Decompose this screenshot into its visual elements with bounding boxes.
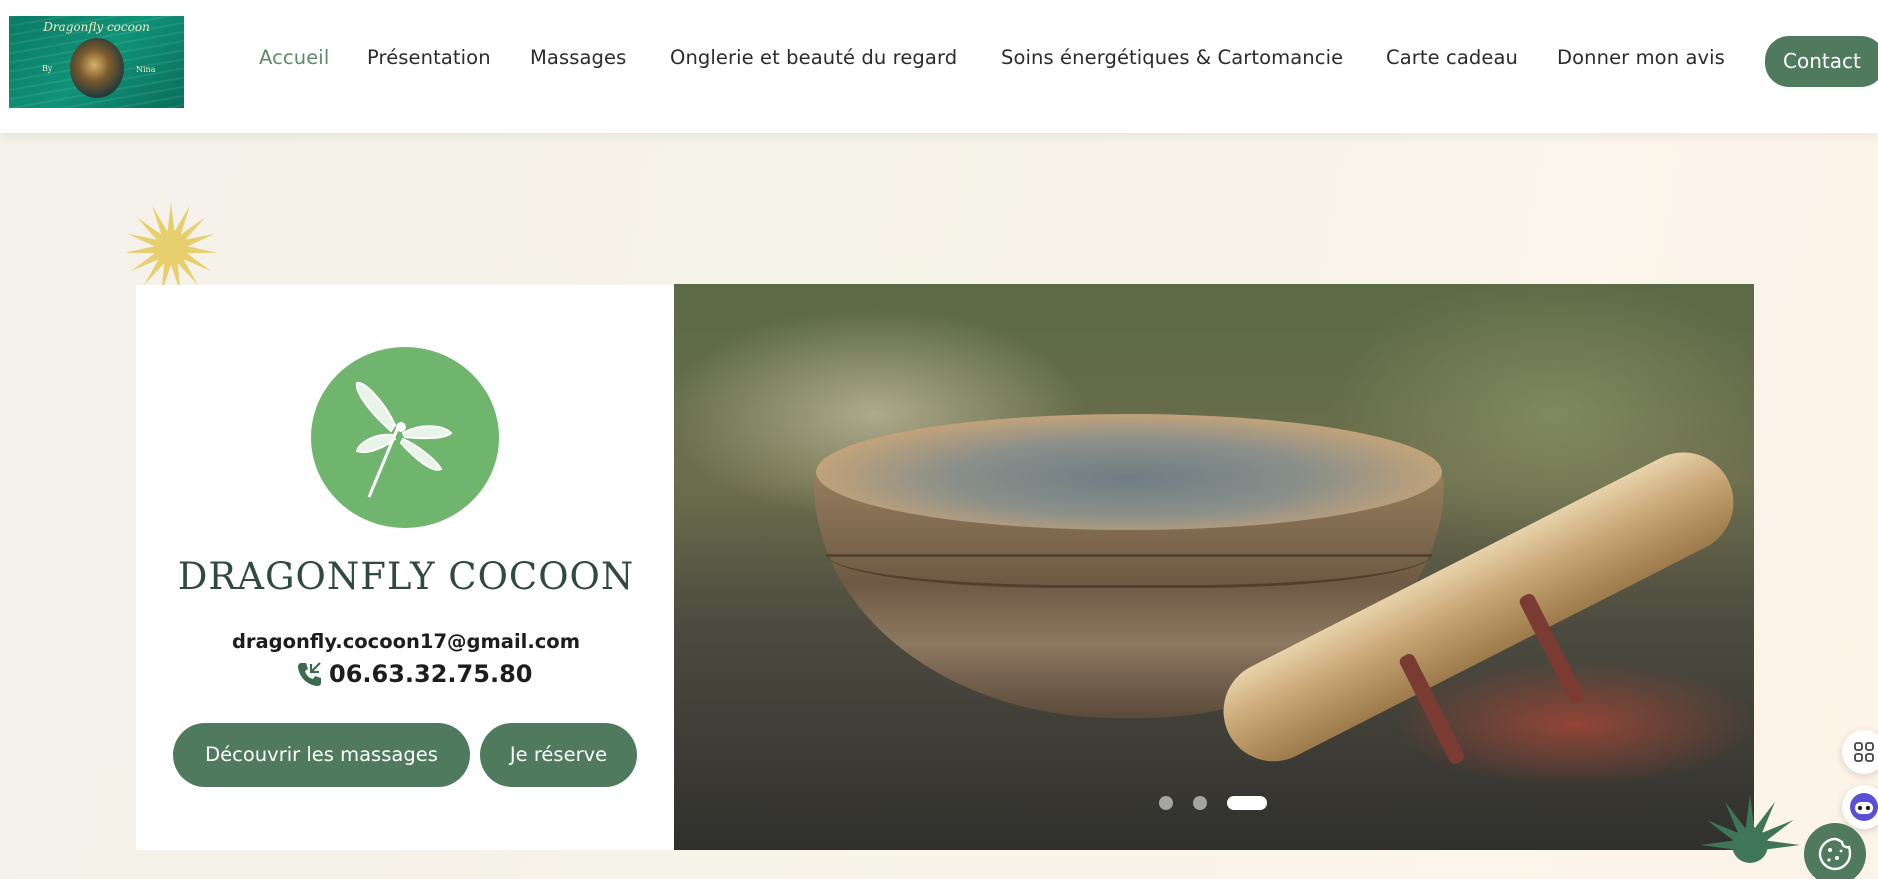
- hero-slider[interactable]: [674, 284, 1754, 850]
- logo-by: By: [42, 64, 53, 73]
- bowl-rim: [816, 414, 1442, 530]
- discover-massages-button[interactable]: Découvrir les massages: [173, 723, 470, 787]
- nav-item-donner-avis[interactable]: Donner mon avis: [1557, 46, 1725, 69]
- nav-item-accueil[interactable]: Accueil: [259, 46, 329, 69]
- dragonfly-icon: [355, 381, 453, 498]
- apps-widget-button[interactable]: [1842, 730, 1878, 774]
- site-logo[interactable]: Dragonfly cocoon By Nina: [9, 16, 184, 108]
- sun-star-decoration: [125, 202, 217, 288]
- slider-dot-3[interactable]: [1227, 796, 1267, 810]
- dragonfly-logo-circle: [311, 347, 499, 528]
- nav-item-soins-energetiques[interactable]: Soins énergétiques & Cartomancie: [1001, 46, 1343, 69]
- cookie-icon: [1818, 837, 1852, 871]
- logo-emblem-icon: [70, 38, 124, 98]
- contact-button[interactable]: Contact: [1765, 36, 1878, 87]
- brand-name: DRAGONFLY COCOON: [177, 555, 635, 598]
- logo-title: Dragonfly cocoon: [43, 20, 150, 34]
- nav-item-onglerie[interactable]: Onglerie et beauté du regard: [670, 46, 957, 69]
- book-button[interactable]: Je réserve: [480, 723, 637, 787]
- nav-item-massages[interactable]: Massages: [530, 46, 626, 69]
- intro-card: DRAGONFLY COCOON dragonfly.cocoon17@gmai…: [136, 285, 676, 850]
- green-star-decoration: [1700, 795, 1800, 863]
- phone-call-icon: [298, 662, 321, 686]
- nav-item-carte-cadeau[interactable]: Carte cadeau: [1386, 46, 1518, 69]
- site-header: Dragonfly cocoon By Nina Accueil Présent…: [0, 0, 1878, 133]
- cookie-settings-button[interactable]: [1804, 823, 1866, 879]
- phone-number: 06.63.32.75.80: [329, 660, 533, 688]
- slider-dot-2[interactable]: [1193, 796, 1207, 810]
- logo-author: Nina: [136, 65, 156, 74]
- slider-dot-1[interactable]: [1159, 796, 1173, 810]
- apps-grid-icon: [1854, 742, 1874, 762]
- contact-email[interactable]: dragonfly.cocoon17@gmail.com: [136, 630, 676, 653]
- nav-item-presentation[interactable]: Présentation: [367, 46, 491, 69]
